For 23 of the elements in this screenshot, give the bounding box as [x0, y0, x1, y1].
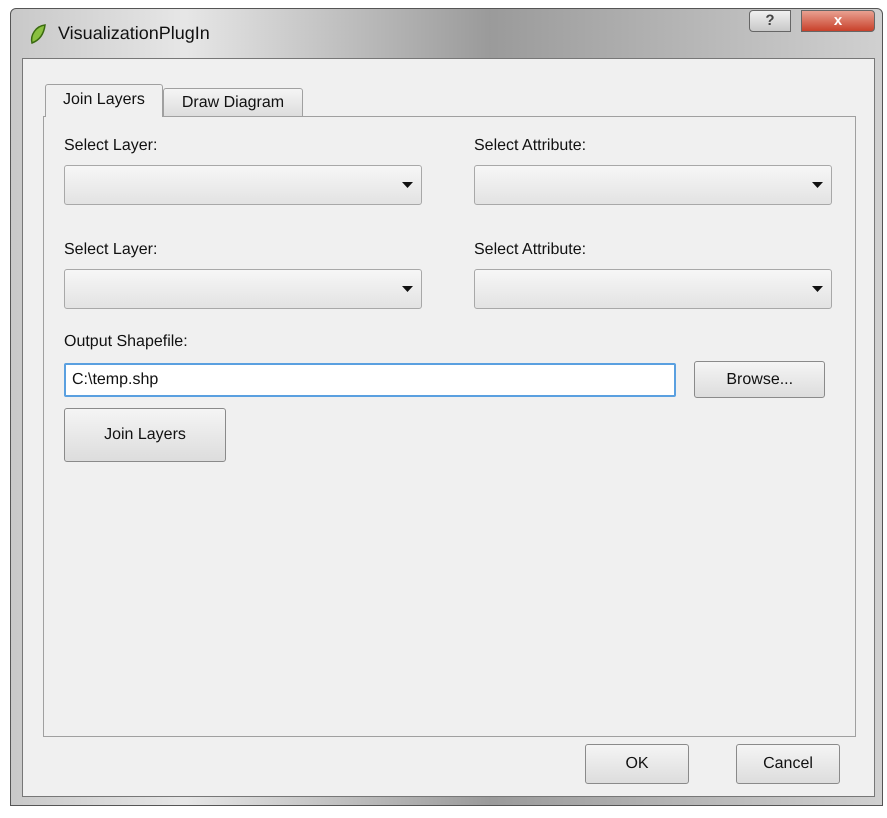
caret-icon [402, 182, 413, 188]
dialog-button[interactable]: Cancel [736, 744, 840, 784]
browse-button[interactable]: Browse... [694, 361, 825, 398]
attribute-dropdown[interactable] [474, 165, 832, 205]
field-label: Output Shapefile: [64, 333, 189, 351]
caret-icon [812, 182, 823, 188]
output-path-field[interactable]: C:\temp.shp [64, 362, 676, 396]
window-title: VisualizationPlugIn [58, 23, 210, 44]
caret-icon [812, 286, 823, 292]
join-layers-button[interactable]: Join Layers [64, 408, 226, 462]
layer-dropdown[interactable] [64, 269, 422, 309]
help-button[interactable]: ? [749, 10, 791, 32]
field-label: Select Attribute: [474, 137, 588, 155]
caret-icon [402, 286, 413, 292]
tab[interactable]: Draw Diagram [162, 88, 304, 117]
field-label: Select Attribute: [474, 241, 588, 259]
attribute-dropdown[interactable] [474, 269, 832, 309]
leaf-icon [28, 22, 48, 44]
field-label: Select Layer: [64, 241, 158, 259]
dialog-button[interactable]: OK [585, 744, 689, 784]
field-label: Select Layer: [64, 137, 158, 155]
tab[interactable]: Join Layers [45, 84, 163, 117]
layer-dropdown[interactable] [64, 165, 422, 205]
